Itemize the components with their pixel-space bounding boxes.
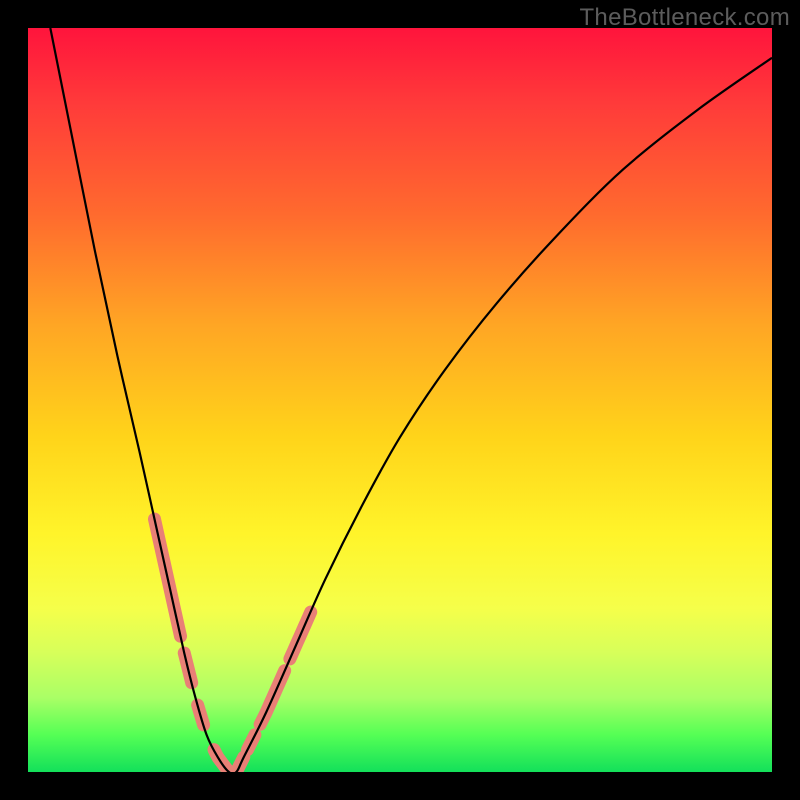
- watermark-text: TheBottleneck.com: [579, 4, 790, 32]
- chart-frame: TheBottleneck.com: [0, 0, 800, 800]
- curve-overlay: [28, 28, 772, 772]
- bottleneck-curve: [50, 28, 772, 772]
- highlight-segments: [154, 519, 310, 772]
- plot-area: [28, 28, 772, 772]
